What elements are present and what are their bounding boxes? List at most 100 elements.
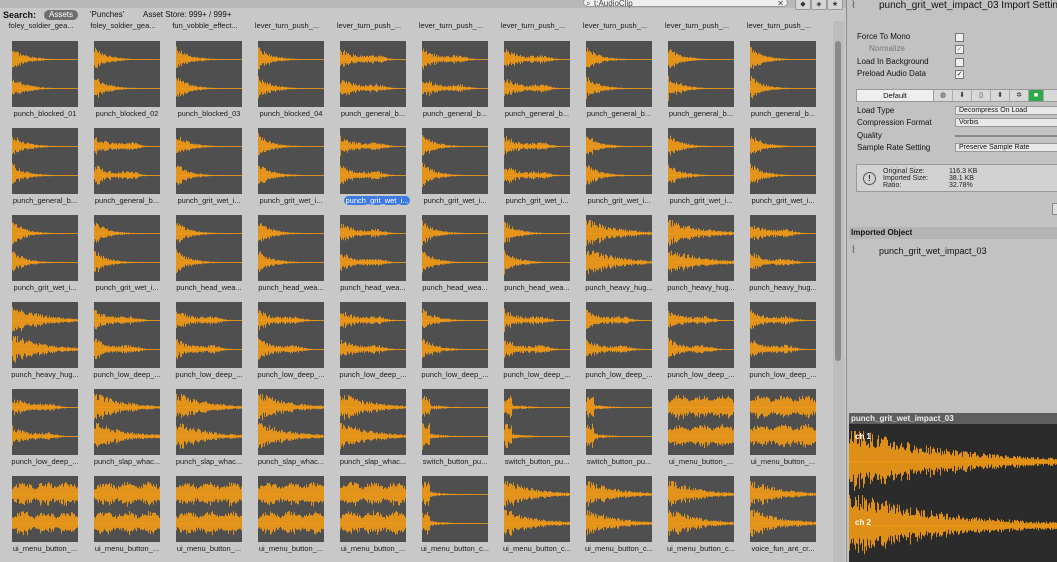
audio-asset-tile[interactable]: punch_low_deep_... xyxy=(164,282,246,379)
asset-label: ui_menu_button_c... xyxy=(503,544,571,553)
audio-asset-tile[interactable]: punch_blocked_02 xyxy=(82,21,164,118)
load-in-background-checkbox[interactable] xyxy=(955,58,964,67)
waveform-thumbnail xyxy=(586,476,652,542)
audio-asset-tile[interactable]: punch_head_wea... xyxy=(246,195,328,292)
audio-asset-tile[interactable]: punch_general_b... xyxy=(492,21,574,118)
audio-asset-tile[interactable]: punch_heavy_hug... xyxy=(738,195,820,292)
audio-asset-tile[interactable]: voice_fun_ant_cr... xyxy=(738,456,820,553)
mobile-icon[interactable]: ▯ xyxy=(972,90,991,101)
audio-asset-tile[interactable]: punch_grit_wet_i... xyxy=(0,195,82,292)
force-to-mono-checkbox[interactable] xyxy=(955,33,964,42)
quality-slider[interactable] xyxy=(955,135,1057,137)
audio-asset-tile[interactable]: punch_low_deep_... xyxy=(410,282,492,379)
arrow-down-icon[interactable]: ⬍ xyxy=(991,90,1010,101)
audio-asset-tile[interactable]: punch_low_deep_... xyxy=(0,369,82,466)
waveform-thumbnail-svg xyxy=(176,311,242,360)
audio-asset-tile[interactable]: ui_menu_button_... xyxy=(738,369,820,466)
revert-button[interactable] xyxy=(1052,203,1057,215)
audio-asset-tile[interactable]: punch_head_wea... xyxy=(164,195,246,292)
audio-asset-tile[interactable]: punch_heavy_hug... xyxy=(574,195,656,292)
audio-asset-tile[interactable]: punch_slap_whac... xyxy=(328,369,410,466)
audio-asset-tile[interactable]: punch_head_wea... xyxy=(492,195,574,292)
audio-asset-tile[interactable]: ui_menu_button_... xyxy=(328,456,410,553)
normalize-checkbox[interactable]: ✓ xyxy=(955,45,964,54)
audio-asset-tile[interactable]: punch_grit_wet_i... xyxy=(328,108,410,205)
scrollbar-thumb[interactable] xyxy=(835,41,841,361)
waveform-thumbnail-svg xyxy=(176,482,242,536)
waveform-preview[interactable]: ch 1 ch 2 xyxy=(849,424,1057,562)
scope-assets-button[interactable]: Assets xyxy=(44,10,79,20)
audio-asset-tile[interactable]: punch_heavy_hug... xyxy=(656,195,738,292)
search-input[interactable]: ⌕ t:AudioClip ✕ xyxy=(583,0,788,8)
ratio-value: 32.78% xyxy=(949,182,973,189)
preload-audio-data-checkbox[interactable]: ✓ xyxy=(955,70,964,79)
scope-asset-store-button[interactable]: Asset Store: 999+ / 999+ xyxy=(143,10,232,20)
audio-asset-tile[interactable]: punch_grit_wet_i... xyxy=(738,108,820,205)
audio-asset-tile[interactable]: punch_slap_whac... xyxy=(82,369,164,466)
audio-asset-tile[interactable]: punch_general_b... xyxy=(410,21,492,118)
audio-asset-tile[interactable]: punch_grit_wet_i... xyxy=(574,108,656,205)
audio-asset-tile[interactable]: punch_general_b... xyxy=(574,21,656,118)
audio-asset-tile[interactable]: punch_blocked_01 xyxy=(0,21,82,118)
audio-asset-tile[interactable]: punch_low_deep_... xyxy=(738,282,820,379)
audio-asset-tile[interactable]: punch_blocked_04 xyxy=(246,21,328,118)
asset-label: ui_menu_button_c... xyxy=(585,544,653,553)
original-size-label: Original Size: xyxy=(883,168,925,175)
audio-asset-tile[interactable]: punch_low_deep_... xyxy=(328,282,410,379)
audio-asset-tile[interactable]: punch_grit_wet_i... xyxy=(492,108,574,205)
waveform-thumbnail-svg xyxy=(586,309,652,357)
audio-asset-tile[interactable]: punch_blocked_03 xyxy=(164,21,246,118)
audio-asset-tile[interactable]: punch_low_deep_... xyxy=(574,282,656,379)
globe-icon[interactable]: ◍ xyxy=(934,90,953,101)
compression-format-dropdown[interactable]: Vorbis xyxy=(955,118,1057,127)
audio-asset-tile[interactable]: punch_head_wea... xyxy=(410,195,492,292)
audio-asset-tile[interactable]: punch_slap_whac... xyxy=(246,369,328,466)
audio-asset-tile[interactable]: punch_grit_wet_i... xyxy=(82,195,164,292)
audio-asset-tile[interactable]: punch_heavy_hug... xyxy=(0,282,82,379)
audio-asset-tile[interactable]: punch_low_deep_... xyxy=(656,282,738,379)
audio-asset-tile[interactable]: switch_button_pu... xyxy=(574,369,656,466)
audio-asset-tile[interactable]: switch_button_pu... xyxy=(492,369,574,466)
audio-asset-tile[interactable]: ui_menu_button_... xyxy=(246,456,328,553)
waveform-thumbnail xyxy=(422,389,488,455)
audio-asset-tile[interactable]: ui_menu_button_... xyxy=(0,456,82,553)
audio-asset-tile[interactable]: punch_head_wea... xyxy=(328,195,410,292)
sample-rate-dropdown[interactable]: Preserve Sample Rate xyxy=(955,143,1057,152)
audio-asset-tile[interactable]: punch_grit_wet_i... xyxy=(656,108,738,205)
audio-asset-tile[interactable]: ui_menu_button_c... xyxy=(574,456,656,553)
audio-asset-tile[interactable]: punch_low_deep_... xyxy=(492,282,574,379)
audio-asset-tile[interactable]: switch_button_pu... xyxy=(410,369,492,466)
load-type-dropdown[interactable]: Decompress On Load xyxy=(955,106,1057,115)
audio-asset-tile[interactable]: ui_menu_button_... xyxy=(656,369,738,466)
audio-asset-tile[interactable]: ui_menu_button_... xyxy=(164,456,246,553)
clear-search-icon[interactable]: ✕ xyxy=(777,0,784,8)
grid-scrollbar[interactable] xyxy=(833,21,844,562)
settings-icon[interactable]: ✲ xyxy=(1010,90,1029,101)
audio-asset-tile[interactable]: punch_grit_wet_i... xyxy=(246,108,328,205)
scope-folder-button[interactable]: 'Punches' xyxy=(90,10,124,20)
tab-default[interactable]: Default xyxy=(857,90,934,101)
preload-audio-data-label: Preload Audio Data xyxy=(857,69,926,78)
audio-asset-tile[interactable]: punch_low_deep_... xyxy=(82,282,164,379)
waveform-thumbnail xyxy=(750,41,816,107)
audio-asset-tile[interactable]: punch_grit_wet_i... xyxy=(164,108,246,205)
audio-asset-tile[interactable]: ui_menu_button_c... xyxy=(492,456,574,553)
audio-asset-tile[interactable]: punch_general_b... xyxy=(328,21,410,118)
audio-asset-tile[interactable]: ui_menu_button_c... xyxy=(656,456,738,553)
audio-asset-tile[interactable]: punch_slap_whac... xyxy=(164,369,246,466)
audio-asset-tile[interactable]: ui_menu_button_... xyxy=(82,456,164,553)
download-icon[interactable]: ⬇ xyxy=(953,90,972,101)
audio-asset-tile[interactable]: punch_grit_wet_i... xyxy=(410,108,492,205)
audio-asset-tile[interactable]: punch_general_b... xyxy=(738,21,820,118)
audio-asset-tile[interactable]: punch_general_b... xyxy=(0,108,82,205)
imported-object-name[interactable]: punch_grit_wet_impact_03 xyxy=(879,246,987,256)
audio-asset-tile[interactable]: ui_menu_button_c... xyxy=(410,456,492,553)
audio-asset-tile[interactable]: punch_general_b... xyxy=(82,108,164,205)
audio-asset-tile[interactable]: punch_general_b... xyxy=(656,21,738,118)
waveform-thumbnail-svg xyxy=(176,46,242,98)
waveform-thumbnail-svg xyxy=(176,136,242,185)
audio-asset-tile[interactable]: punch_low_deep_... xyxy=(246,282,328,379)
waveform-thumbnail xyxy=(504,389,570,455)
waveform-thumbnail xyxy=(176,302,242,368)
android-icon[interactable]: ■ xyxy=(1029,90,1044,101)
